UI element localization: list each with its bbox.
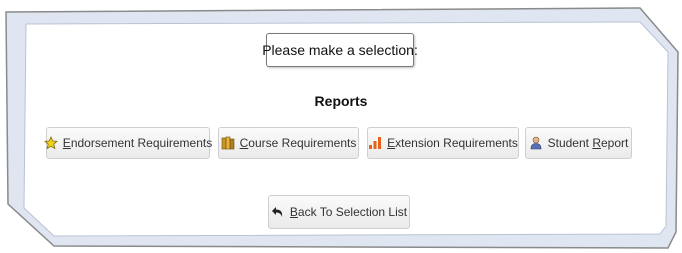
star-icon bbox=[43, 136, 58, 150]
extension-requirements-button[interactable]: Extension Requirements bbox=[367, 127, 519, 159]
course-requirements-button[interactable]: Course Requirements bbox=[218, 127, 359, 159]
back-to-selection-list-button[interactable]: Back To Selection List bbox=[268, 195, 410, 229]
back-arrow-icon bbox=[271, 205, 285, 219]
selection-panel: Please make a selection: Reports Endorse… bbox=[0, 0, 682, 253]
back-to-selection-list-label: Back To Selection List bbox=[289, 205, 408, 219]
bar-chart-icon bbox=[368, 136, 382, 150]
course-requirements-label: Course Requirements bbox=[239, 136, 357, 150]
books-icon bbox=[221, 136, 235, 150]
reports-heading: Reports bbox=[314, 93, 368, 109]
selection-prompt: Please make a selection: bbox=[262, 33, 418, 67]
user-icon bbox=[529, 136, 543, 150]
selection-prompt-text: Please make a selection: bbox=[262, 42, 418, 58]
endorsement-requirements-button[interactable]: Endorsement Requirements bbox=[43, 127, 213, 159]
student-report-button[interactable]: Student Report bbox=[525, 127, 632, 159]
extension-requirements-label: Extension Requirements bbox=[387, 136, 518, 150]
endorsement-requirements-label: Endorsement Requirements bbox=[62, 136, 213, 150]
student-report-label: Student Report bbox=[547, 136, 629, 150]
